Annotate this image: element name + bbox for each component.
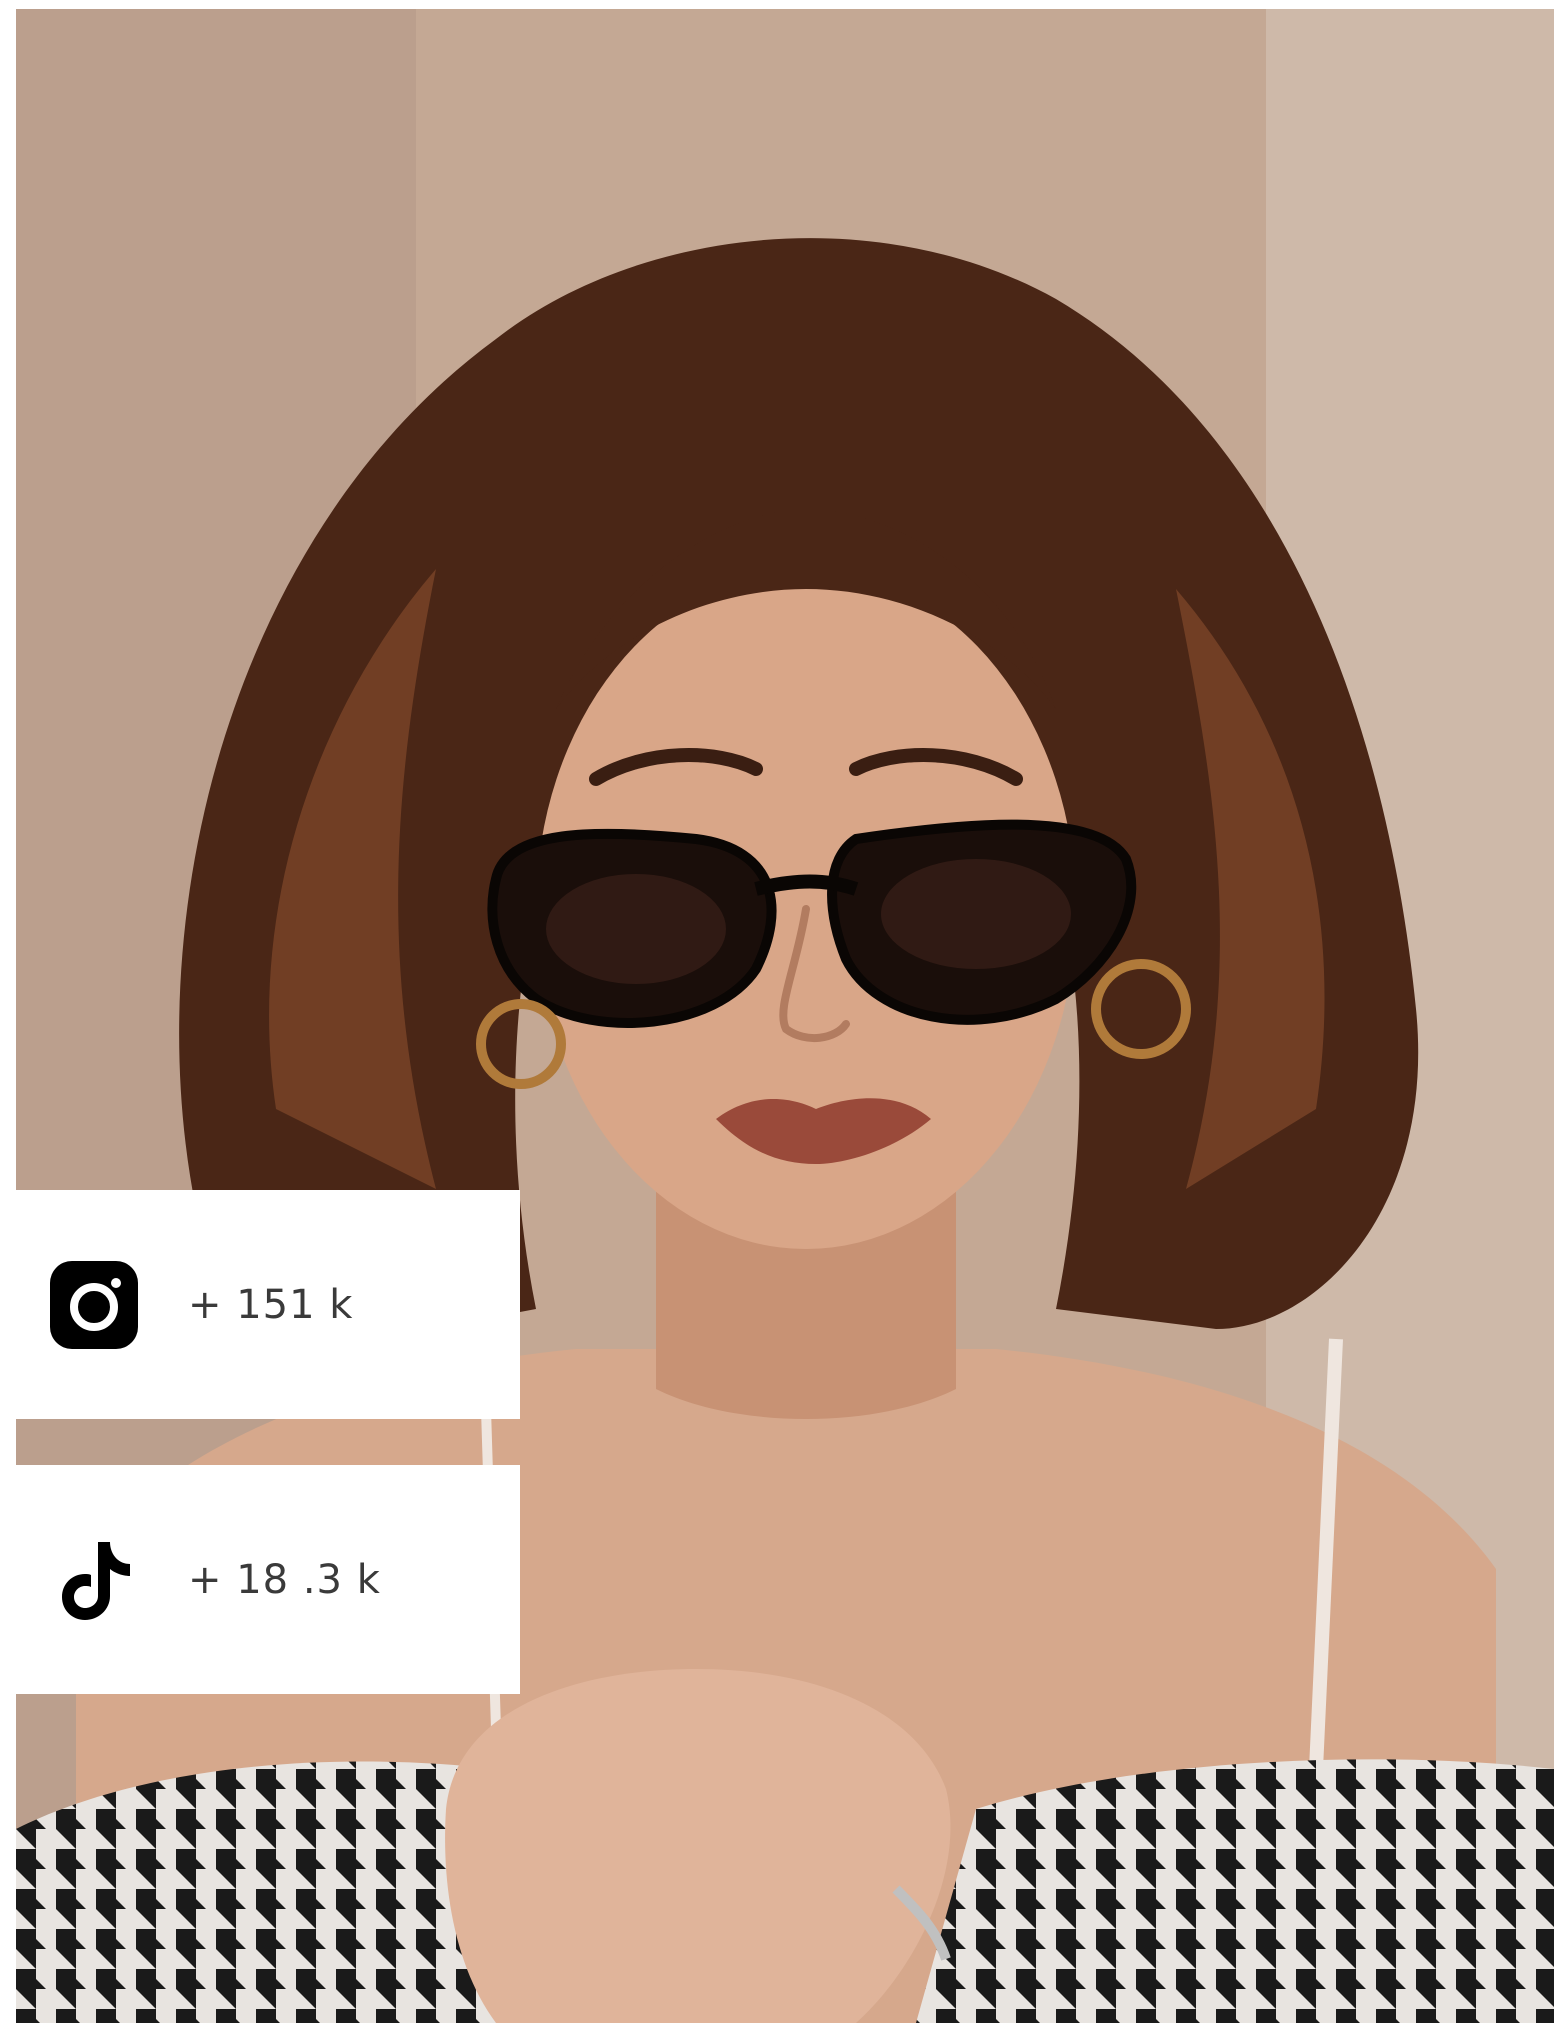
tiktok-follower-count: + 18 .3 k: [188, 1556, 381, 1603]
tiktok-stat-card: + 18 .3 k: [16, 1465, 520, 1694]
page-frame: + 151 k + 18 .3 k: [0, 0, 1554, 2023]
instagram-follower-count: + 151 k: [188, 1281, 354, 1328]
portrait-illustration: [16, 9, 1554, 2023]
tiktok-icon[interactable]: [48, 1534, 140, 1626]
instagram-stat-card: + 151 k: [16, 1190, 520, 1419]
portrait-photo: [16, 9, 1554, 2023]
instagram-icon[interactable]: [48, 1259, 140, 1351]
